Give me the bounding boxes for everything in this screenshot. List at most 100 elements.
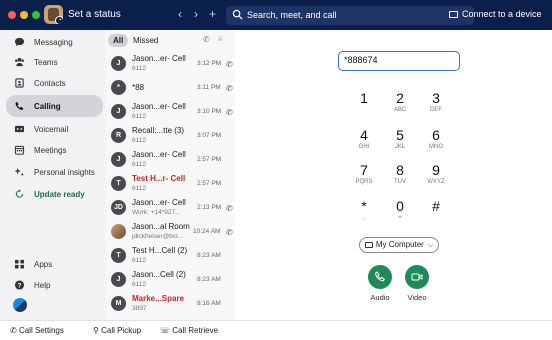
call-time: 3:10 PM bbox=[197, 108, 222, 115]
sidebar-item-apps[interactable]: Apps bbox=[6, 254, 103, 274]
phone-icon bbox=[375, 271, 385, 282]
dialpad-key[interactable]: 2 ABC bbox=[385, 90, 415, 114]
call-settings-icon[interactable]: ✆ bbox=[203, 35, 210, 44]
sidebar-item-messaging[interactable]: Messaging bbox=[6, 32, 103, 52]
sidebar-item-label: Apps bbox=[34, 260, 53, 269]
call-settings-button[interactable]: ✆ Call Settings bbox=[10, 326, 64, 335]
call-time: 2:57 PM bbox=[197, 180, 222, 187]
call-contact-number: 6112 bbox=[132, 161, 146, 168]
contact-photo-avatar bbox=[111, 224, 126, 239]
video-call-button[interactable] bbox=[405, 265, 429, 289]
dialpad-key[interactable]: 3 DEF bbox=[421, 90, 451, 114]
call-pickup-button[interactable]: ⚲ Call Pickup bbox=[93, 326, 141, 335]
call-back-icon[interactable]: ✆ bbox=[226, 204, 233, 213]
search-input[interactable]: Search, meet, and call bbox=[226, 6, 474, 25]
audio-call-button[interactable] bbox=[368, 265, 392, 289]
new-button[interactable]: + bbox=[209, 7, 216, 21]
call-time: 2:57 PM bbox=[197, 156, 222, 163]
call-retrieve-icon: ☏ bbox=[160, 326, 173, 335]
sidebar-item-teams[interactable]: Teams bbox=[6, 52, 103, 72]
call-contact-name: Test H...r- Cell bbox=[132, 174, 186, 183]
call-back-icon[interactable]: ✆ bbox=[226, 60, 233, 69]
sidebar-item-meetings[interactable]: Meetings bbox=[6, 140, 103, 160]
dialpad-key[interactable]: # bbox=[421, 198, 451, 214]
webex-logo bbox=[13, 298, 27, 312]
contact-avatar: JD bbox=[111, 200, 126, 215]
dial-number-input[interactable]: *888674 bbox=[338, 51, 460, 71]
filter-all-tab[interactable]: All bbox=[108, 34, 129, 47]
sparkle-icon bbox=[14, 167, 25, 177]
call-time: 3:07 PM bbox=[197, 132, 222, 139]
sidebar-item-update-ready[interactable]: Update ready bbox=[6, 184, 103, 204]
user-avatar[interactable]: ◔ bbox=[44, 5, 63, 24]
call-contact-number: 6112 bbox=[132, 281, 146, 288]
call-contact-name: Recall:...tte (3) bbox=[132, 126, 185, 135]
dialpad-key-digit: 8 bbox=[396, 162, 404, 178]
set-status-button[interactable]: Set a status bbox=[68, 9, 121, 20]
call-contact-number: 6112 bbox=[132, 257, 146, 264]
call-back-icon[interactable]: ✆ bbox=[226, 228, 233, 237]
chevron-down-icon: ⌵ bbox=[427, 242, 434, 249]
dialpad-key[interactable]: 9 WXYZ bbox=[421, 162, 451, 186]
dialpad-key[interactable]: 5 JKL bbox=[385, 127, 415, 151]
dialpad-key[interactable]: 6 MNO bbox=[421, 127, 451, 151]
filter-icon[interactable]: ⩸ bbox=[218, 34, 223, 44]
call-history-row[interactable]: J Jason...er- Cell 6112 3:12 PM ✆ bbox=[105, 50, 235, 77]
dialpad-key-digit: 1 bbox=[360, 90, 368, 106]
contact-avatar: T bbox=[111, 176, 126, 191]
refresh-icon bbox=[15, 189, 24, 198]
call-history-row[interactable]: Jason...al Room jdickheiser@bci... 10:24 A… bbox=[105, 218, 235, 245]
call-pickup-icon: ⚲ bbox=[93, 326, 102, 335]
dialpad-key-digit: 7 bbox=[360, 162, 368, 178]
call-history-row[interactable]: JD Jason...er- Cell Work: +14*927... 2:13 P… bbox=[105, 194, 235, 221]
dialpad-key-letters: , bbox=[363, 215, 365, 221]
call-back-icon[interactable]: ✆ bbox=[226, 108, 233, 117]
dialpad-key-letters: JKL bbox=[394, 144, 406, 150]
sidebar-item-help[interactable]: ? Help bbox=[6, 275, 103, 295]
webex-window: ◔ Set a status ‹ › + Search, meet, and c… bbox=[0, 0, 552, 340]
call-history-panel: All Missed ✆ ⩸ J Jason...er- Cell 6112 3:12… bbox=[105, 30, 235, 320]
sidebar-item-label: Personal insights bbox=[34, 168, 95, 177]
filter-missed-tab[interactable]: Missed bbox=[128, 34, 163, 47]
zoom-window-button[interactable] bbox=[32, 11, 40, 19]
sidebar: Messaging Teams Contacts Calling Voicema… bbox=[0, 30, 105, 320]
sidebar-item-calling[interactable]: Calling bbox=[6, 95, 103, 117]
call-history-row[interactable]: J Jason...er- Cell 6112 2:57 PM bbox=[105, 146, 235, 173]
call-history-row[interactable]: T Test H...Cell (2) 6112 8:23 AM bbox=[105, 242, 235, 269]
dialpad-key[interactable]: 8 TUV bbox=[385, 162, 415, 186]
close-window-button[interactable] bbox=[8, 11, 16, 19]
dialpad-key[interactable]: 4 GHI bbox=[349, 127, 379, 151]
sidebar-item-label: Contacts bbox=[34, 79, 66, 88]
device-selector[interactable]: My Computer ⌵ bbox=[359, 237, 439, 253]
call-time: 10:24 AM bbox=[193, 228, 221, 235]
call-contact-number: 6112 bbox=[132, 113, 146, 120]
dialpad-key[interactable]: 0 + bbox=[385, 198, 415, 222]
call-history-row[interactable]: J Jason...er- Cell 6112 3:10 PM ✆ bbox=[105, 98, 235, 125]
dialpad-key[interactable]: 1 bbox=[349, 90, 379, 106]
sidebar-item-personal-insights[interactable]: Personal insights bbox=[6, 162, 103, 182]
forward-button[interactable]: › bbox=[194, 7, 198, 21]
call-history-row[interactable]: * *88 3:11 PM ✆ bbox=[105, 74, 235, 101]
dialpad-key[interactable]: 7 PQRS bbox=[349, 162, 379, 186]
call-contact-name: Jason...er- Cell bbox=[132, 54, 186, 63]
call-back-icon[interactable]: ✆ bbox=[226, 84, 233, 93]
sidebar-item-label: Messaging bbox=[34, 38, 73, 47]
call-history-row[interactable]: J Jason...Cell (2) 6112 8:23 AM bbox=[105, 266, 235, 293]
dialpad-key-digit: 5 bbox=[396, 127, 404, 143]
call-history-row[interactable]: M Marke...Spare 3897 8:16 AM bbox=[105, 290, 235, 317]
minimize-window-button[interactable] bbox=[20, 11, 28, 19]
sidebar-item-voicemail[interactable]: Voicemail bbox=[6, 119, 103, 139]
back-button[interactable]: ‹ bbox=[178, 7, 182, 21]
connect-device-button[interactable]: Connect to a device bbox=[449, 9, 542, 19]
connect-device-label: Connect to a device bbox=[462, 9, 542, 19]
call-contact-name: Marke...Spare bbox=[132, 294, 185, 303]
call-history-row[interactable]: R Recall:...tte (3) 6112 3:07 PM bbox=[105, 122, 235, 149]
call-contact-name: *88 bbox=[132, 83, 145, 92]
dialpad-key-digit: 2 bbox=[396, 90, 404, 106]
call-retrieve-button[interactable]: ☏ Call Retrieve bbox=[160, 326, 218, 335]
call-time: 3:12 PM bbox=[197, 60, 222, 67]
call-contact-number: 6112 bbox=[132, 137, 146, 144]
dialpad-key[interactable]: *, bbox=[349, 198, 379, 222]
sidebar-item-contacts[interactable]: Contacts bbox=[6, 73, 103, 93]
call-history-row[interactable]: T Test H...r- Cell 6112 2:57 PM bbox=[105, 170, 235, 197]
